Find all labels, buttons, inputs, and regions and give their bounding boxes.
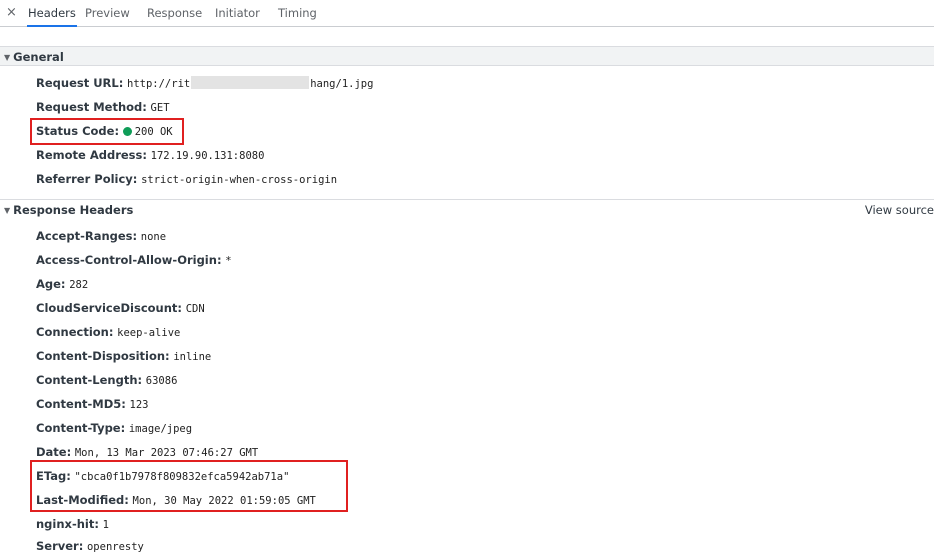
tab-headers[interactable]: Headers <box>27 0 77 27</box>
tab-response-label: Response <box>147 6 203 20</box>
tab-preview[interactable]: Preview <box>84 0 131 26</box>
request-url-row: Request URL: http://rit hang/1.jpg <box>36 74 373 92</box>
request-method-value[interactable]: GET <box>151 102 170 114</box>
header-value[interactable]: 63086 <box>146 375 178 387</box>
tab-initiator-label: Initiator <box>215 6 260 20</box>
header-name: Content-Disposition: <box>36 349 170 363</box>
tab-timing[interactable]: Timing <box>277 0 318 26</box>
expand-triangle-icon: ▼ <box>4 206 11 215</box>
response-headers-section-header[interactable]: ▼ Response Headers View source <box>0 199 934 219</box>
header-name: Content-Type: <box>36 421 126 435</box>
header-value[interactable]: 1 <box>103 519 109 531</box>
request-url-value-start[interactable]: http://rit <box>127 78 190 90</box>
request-method-row: Request Method: GET <box>36 98 170 116</box>
tab-bar: × Headers Preview Response Initiator Tim… <box>0 0 934 27</box>
header-value[interactable]: Mon, 13 Mar 2023 07:46:27 GMT <box>75 447 258 459</box>
header-value[interactable]: keep-alive <box>117 327 180 339</box>
header-row: Content-Length: 63086 <box>36 371 177 389</box>
header-value[interactable]: 282 <box>69 279 88 291</box>
header-value[interactable]: Mon, 30 May 2022 01:59:05 GMT <box>133 495 316 507</box>
header-value[interactable]: none <box>141 231 166 243</box>
close-icon[interactable]: × <box>6 5 17 21</box>
tab-preview-label: Preview <box>85 6 130 20</box>
header-name: Access-Control-Allow-Origin: <box>36 253 222 267</box>
header-row: Age: 282 <box>36 275 88 293</box>
tab-response[interactable]: Response <box>146 0 203 26</box>
header-name: ETag: <box>36 469 71 483</box>
tab-headers-label: Headers <box>28 6 76 20</box>
status-code-row: Status Code: 200 OK <box>36 122 173 140</box>
expand-triangle-icon: ▼ <box>4 53 11 62</box>
header-row: Connection: keep-alive <box>36 323 180 341</box>
header-row: Content-MD5: 123 <box>36 395 149 413</box>
header-name: CloudServiceDiscount: <box>36 301 183 315</box>
view-source-link[interactable]: View source <box>865 200 934 220</box>
status-code-name: Status Code: <box>36 124 120 138</box>
header-name: Connection: <box>36 325 114 339</box>
request-url-name: Request URL: <box>36 76 124 90</box>
header-name: Date: <box>36 445 72 459</box>
header-value[interactable]: inline <box>173 351 211 363</box>
status-code-value[interactable]: 200 OK <box>135 126 173 138</box>
remote-address-name: Remote Address: <box>36 148 147 162</box>
header-name: Content-MD5: <box>36 397 126 411</box>
request-url-value-end[interactable]: hang/1.jpg <box>310 78 373 90</box>
header-name: Content-Length: <box>36 373 143 387</box>
header-row: Last-Modified: Mon, 30 May 2022 01:59:05… <box>36 491 316 509</box>
remote-address-row: Remote Address: 172.19.90.131:8080 <box>36 146 264 164</box>
referrer-policy-name: Referrer Policy: <box>36 172 138 186</box>
header-name: Last-Modified: <box>36 493 129 507</box>
request-method-name: Request Method: <box>36 100 147 114</box>
header-row: Accept-Ranges: none <box>36 227 166 245</box>
header-row: Access-Control-Allow-Origin: * <box>36 251 232 269</box>
header-value[interactable]: CDN <box>186 303 205 315</box>
response-headers-title: Response Headers <box>13 203 134 217</box>
tab-initiator[interactable]: Initiator <box>214 0 261 26</box>
redacted-block <box>191 76 310 89</box>
header-name: nginx-hit: <box>36 517 99 531</box>
tab-timing-label: Timing <box>278 6 317 20</box>
header-name: Age: <box>36 277 66 291</box>
header-row: CloudServiceDiscount: CDN <box>36 299 205 317</box>
header-row: ETag: "cbca0f1b7978f809832efca5942ab71a" <box>36 467 289 485</box>
referrer-policy-value[interactable]: strict-origin-when-cross-origin <box>141 174 337 186</box>
header-value[interactable]: image/jpeg <box>129 423 192 435</box>
header-value[interactable]: 123 <box>130 399 149 411</box>
header-row: Server: openresty <box>36 537 144 555</box>
header-row: Date: Mon, 13 Mar 2023 07:46:27 GMT <box>36 443 258 461</box>
remote-address-value[interactable]: 172.19.90.131:8080 <box>151 150 265 162</box>
header-name: Accept-Ranges: <box>36 229 138 243</box>
header-name: Server: <box>36 539 84 553</box>
general-title: General <box>13 50 64 64</box>
status-ok-icon <box>122 127 132 136</box>
general-section-header[interactable]: ▼ General <box>0 46 934 66</box>
header-value[interactable]: * <box>225 255 231 267</box>
header-value[interactable]: "cbca0f1b7978f809832efca5942ab71a" <box>74 471 289 483</box>
header-row: Content-Disposition: inline <box>36 347 211 365</box>
header-value[interactable]: openresty <box>87 541 144 553</box>
header-row: nginx-hit: 1 <box>36 515 109 533</box>
referrer-policy-row: Referrer Policy: strict-origin-when-cros… <box>36 170 337 188</box>
header-row: Content-Type: image/jpeg <box>36 419 192 437</box>
